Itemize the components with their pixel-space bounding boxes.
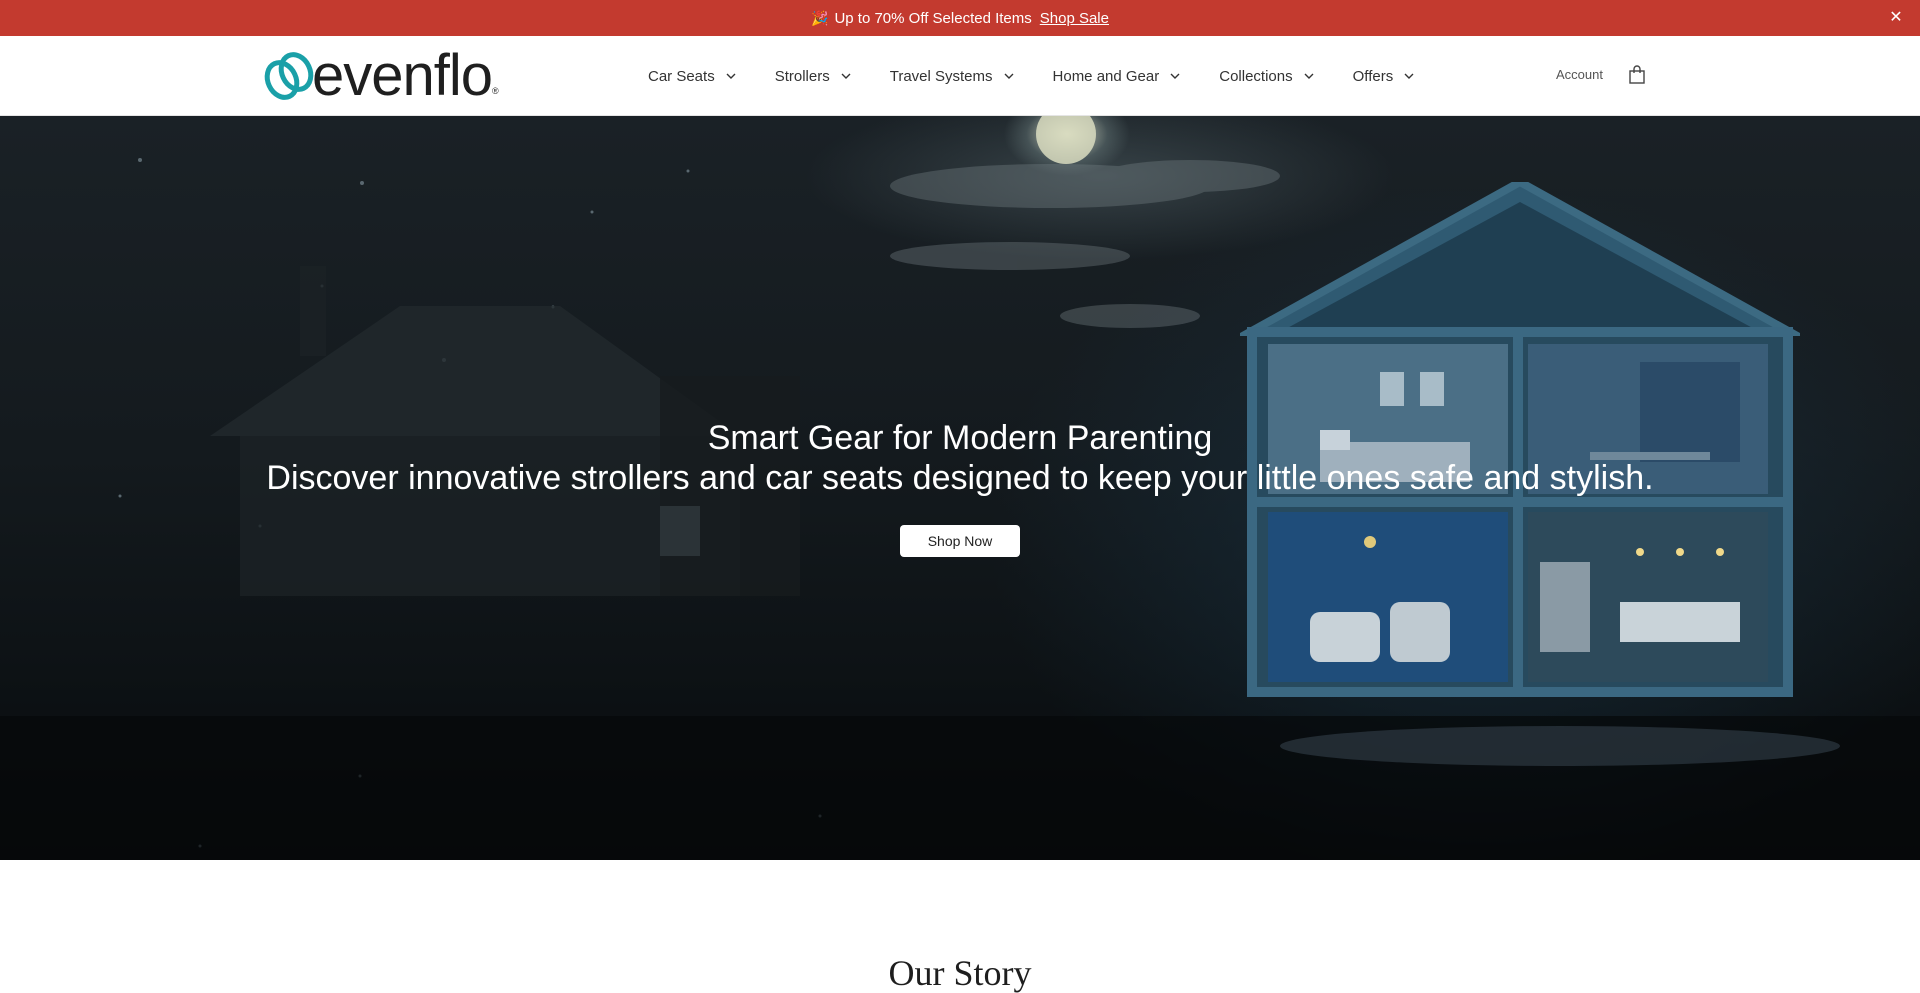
nav-car-seats[interactable]: Car Seats xyxy=(648,68,737,85)
chevron-down-icon xyxy=(1404,73,1414,79)
logo-wordmark: evenflo xyxy=(312,43,493,108)
chevron-down-icon xyxy=(1004,73,1014,79)
close-icon[interactable]: ✕ xyxy=(1886,8,1906,28)
nav-label: Home and Gear xyxy=(1052,67,1160,85)
party-popper-icon: 🎉 xyxy=(811,9,829,26)
nav-home-and-gear[interactable]: Home and Gear xyxy=(1053,68,1182,85)
hero-subtitle: Discover innovative strollers and car se… xyxy=(266,459,1654,497)
logo-mark-icon xyxy=(264,52,314,100)
shop-sale-link[interactable]: Shop Sale xyxy=(1040,10,1109,27)
nav-travel-systems[interactable]: Travel Systems xyxy=(890,68,1015,85)
evenflo-logo[interactable]: evenflo ® xyxy=(262,43,532,108)
chevron-down-icon xyxy=(841,73,851,79)
nav-strollers[interactable]: Strollers xyxy=(775,68,852,85)
nav-label: Travel Systems xyxy=(889,67,993,85)
shop-now-button[interactable]: Shop Now xyxy=(900,525,1020,557)
nav-label: Collections xyxy=(1219,67,1293,85)
announcement-bar: 🎉 Up to 70% Off Selected Items Shop Sale… xyxy=(0,0,1920,36)
nav-offers[interactable]: Offers xyxy=(1353,68,1416,85)
account-link[interactable]: Account xyxy=(1556,67,1603,82)
hero-banner: Smart Gear for Modern Parenting Discover… xyxy=(0,116,1920,860)
announcement-message: Up to 70% Off Selected Items xyxy=(834,9,1032,27)
hero-title: Smart Gear for Modern Parenting xyxy=(707,419,1213,457)
nav-label: Car Seats xyxy=(648,67,715,85)
shopping-bag-icon[interactable] xyxy=(1628,65,1646,85)
main-nav: Car Seats Strollers Travel Systems Home … xyxy=(648,36,1453,116)
registered-mark: ® xyxy=(492,86,499,96)
nav-label: Strollers xyxy=(774,67,830,85)
chevron-down-icon xyxy=(726,73,736,79)
nav-collections[interactable]: Collections xyxy=(1219,68,1314,85)
chevron-down-icon xyxy=(1304,73,1314,79)
site-header: evenflo ® Car Seats Strollers Travel Sys… xyxy=(0,36,1920,116)
our-story-heading: Our Story xyxy=(888,953,1032,993)
nav-label: Offers xyxy=(1352,67,1394,85)
chevron-down-icon xyxy=(1170,73,1180,79)
